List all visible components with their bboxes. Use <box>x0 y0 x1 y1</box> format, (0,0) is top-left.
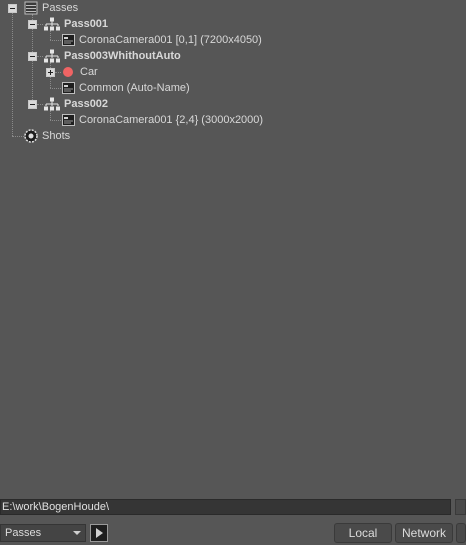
bottom-toolbar: Passes Local Network <box>0 497 466 545</box>
collapse-toggle[interactable] <box>28 51 37 61</box>
network-button-label: Network <box>401 526 446 540</box>
collapse-toggle[interactable] <box>28 19 37 29</box>
list-icon <box>24 1 38 15</box>
tree-item-camera[interactable]: CoronaCamera001 [0,1] (7200x4050) <box>62 32 262 48</box>
local-button[interactable]: Local <box>334 523 392 543</box>
browse-button[interactable] <box>455 499 466 515</box>
car-label: Car <box>80 66 98 78</box>
common-label: Common (Auto-Name) <box>79 82 190 94</box>
shots-gear-icon <box>24 129 38 143</box>
tree-item-common[interactable]: Common (Auto-Name) <box>62 80 190 96</box>
collapse-toggle[interactable] <box>8 3 17 13</box>
tree-item-pass003[interactable]: Pass003WhithoutAuto <box>28 48 181 64</box>
network-button[interactable]: Network <box>395 523 453 543</box>
shots-label: Shots <box>42 130 71 142</box>
mode-select[interactable]: Passes <box>0 524 86 542</box>
collapse-toggle[interactable] <box>28 99 37 109</box>
tree-item-camera[interactable]: CoronaCamera001 {2,4} (3000x2000) <box>62 112 263 128</box>
pass-label: Pass003WhithoutAuto <box>64 50 181 62</box>
pass-label: Pass002 <box>64 98 109 110</box>
red-dot-icon <box>63 67 73 77</box>
camera-output-icon <box>62 114 75 126</box>
tree-item-pass002[interactable]: Pass002 <box>28 96 108 112</box>
tree-root-passes[interactable]: Passes <box>8 0 78 16</box>
camera-output-icon <box>62 34 75 46</box>
tree-connector <box>50 40 61 41</box>
mode-select-value: Passes <box>5 527 42 539</box>
camera-output-icon <box>62 82 75 94</box>
chevron-down-icon <box>73 531 81 535</box>
tree-connector <box>12 136 24 137</box>
passes-tree: Passes Pass001 CoronaCamera001 [0,1] (72… <box>0 0 466 495</box>
tree-item-shots[interactable]: Shots <box>24 128 70 144</box>
pass-label: Pass001 <box>64 18 109 30</box>
play-icon <box>96 528 103 538</box>
tree-connector <box>50 120 61 121</box>
tree-connector <box>12 12 13 136</box>
local-button-label: Local <box>348 526 378 540</box>
tree-root-label: Passes <box>42 2 79 14</box>
pass-hierarchy-icon <box>44 17 60 31</box>
expand-toggle[interactable] <box>46 67 55 77</box>
tree-item-pass001[interactable]: Pass001 <box>28 16 108 32</box>
play-button[interactable] <box>90 524 108 542</box>
path-input[interactable] <box>0 499 451 515</box>
camera-label: CoronaCamera001 {2,4} (3000x2000) <box>79 114 264 126</box>
pass-hierarchy-icon <box>44 97 60 111</box>
tree-connector <box>50 88 61 89</box>
overflow-button[interactable] <box>456 523 466 543</box>
camera-label: CoronaCamera001 [0,1] (7200x4050) <box>79 34 262 46</box>
pass-hierarchy-icon <box>44 49 60 63</box>
tree-item-car[interactable]: Car <box>46 64 98 80</box>
